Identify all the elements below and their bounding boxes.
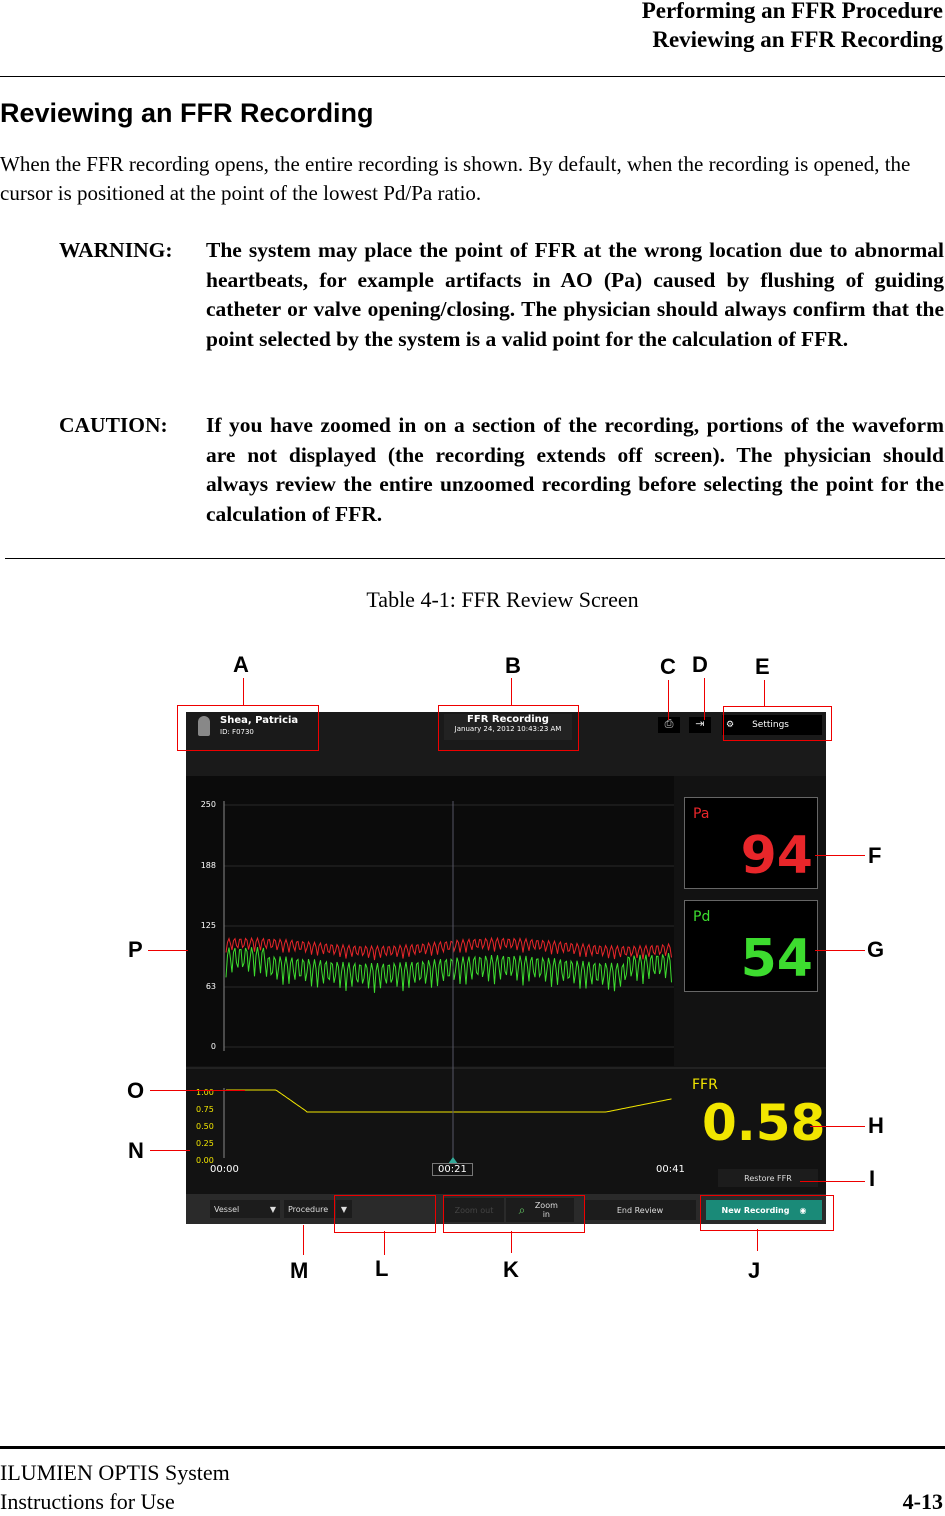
ffr-value: 0.58 [702,1094,826,1152]
tick-label: 0.25 [196,1139,214,1148]
export-icon[interactable]: ⇥ [689,717,711,733]
callout-h: H [868,1113,884,1138]
page-number: 4-13 [902,1489,943,1514]
callout-box-j [700,1195,834,1231]
callout-p: P [128,937,143,962]
callout-box-k [443,1195,585,1233]
pressure-plot-bg [186,776,674,1066]
ffr-axis: 1.00 0.75 0.50 0.25 0.00 [196,1084,214,1169]
callout-g: G [867,937,885,962]
product-name: ILUMIEN OPTIS System [0,1460,230,1485]
tick-label: 250 [200,800,216,809]
print-icon[interactable]: ⎙ [658,717,680,733]
callout-i: I [869,1166,876,1191]
footer-rule [0,1446,945,1449]
warning-text: The system may place the point of FFR at… [206,238,944,351]
restore-ffr-button[interactable]: Restore FFR [718,1169,818,1187]
callout-c: C [660,654,676,679]
running-header: Performing an FFR Procedure Reviewing an … [642,0,943,54]
callout-m: M [290,1258,309,1283]
vessel-label: Vessel [214,1204,240,1214]
tick-label: 188 [200,861,216,870]
intro-paragraph: When the FFR recording opens, the entire… [0,152,911,205]
pd-panel: Pd 54 [684,900,818,992]
section-title: Reviewing an FFR Recording [0,98,374,128]
pd-label: Pd [693,909,711,925]
callout-k: K [503,1257,519,1282]
callout-box-e [723,706,832,741]
tick-label: 0 [210,1042,216,1051]
callout-e: E [755,654,770,679]
callout-box-a [177,705,319,751]
warning-label: WARNING: [59,238,173,262]
cursor-time[interactable]: 00:21 [432,1163,473,1176]
doc-name: Instructions for Use [0,1489,175,1514]
dropdown-arrow-icon: ▼ [269,1204,276,1214]
callout-a: A [233,652,249,677]
pd-value: 54 [740,929,813,989]
caution-text: If you have zoomed in on a section of th… [206,413,944,526]
ffr-trace [226,1089,672,1113]
header-chapter: Performing an FFR Procedure [641,0,943,23]
time-end: 00:41 [656,1164,685,1175]
time-start: 00:00 [210,1164,239,1175]
tick-label: 0.75 [196,1105,214,1114]
caution-note: CAUTION: If you have zoomed in on a secti… [59,411,944,529]
divider [0,76,945,77]
ffr-review-screen: Shea, Patricia ID: F0730 FFR Recording J… [186,712,826,1224]
tick-label: 0.50 [196,1122,214,1131]
vessel-dropdown[interactable]: Vessel ▼ [210,1200,280,1218]
callout-box-l [334,1195,436,1233]
tick-label: 1.00 [196,1088,214,1097]
procedure-dropdown[interactable]: Procedure [284,1200,334,1218]
end-review-button[interactable]: End Review [584,1200,696,1220]
callout-box-b [438,705,579,751]
tick-label: 63 [205,982,216,991]
callout-f: F [868,843,882,868]
tick-label: 125 [200,921,216,930]
pa-value: 94 [740,826,813,886]
callout-j: J [748,1258,761,1283]
ffr-label: FFR [692,1077,718,1093]
footer-left: ILUMIEN OPTIS System Instructions for Use [0,1458,230,1516]
callout-n: N [128,1138,144,1163]
table-caption: Table 4-1: FFR Review Screen [366,587,639,612]
caution-label: CAUTION: [59,413,168,437]
callout-d: D [692,652,708,677]
callout-o: O [127,1078,145,1103]
pa-label: Pa [693,806,710,822]
pa-panel: Pa 94 [684,797,818,889]
header-section: Reviewing an FFR Recording [652,27,943,52]
callout-b: B [505,653,521,678]
warning-note: WARNING: The system may place the point o… [59,236,944,354]
divider [5,558,945,559]
callout-l: L [375,1256,389,1281]
